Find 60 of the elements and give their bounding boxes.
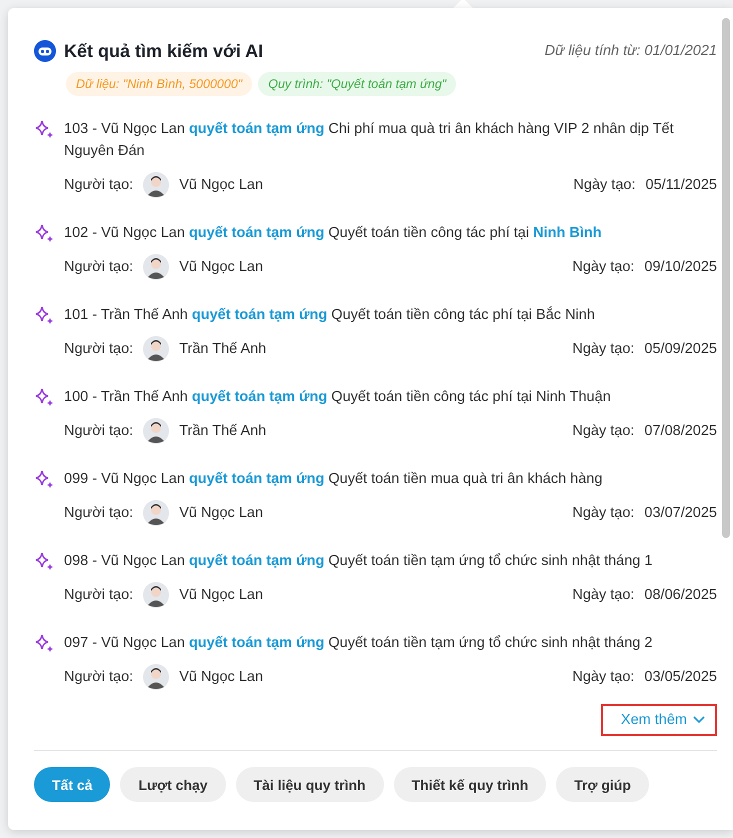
date-label: Ngày tạo:	[572, 259, 634, 275]
date-label: Ngày tạo:	[573, 177, 636, 193]
result-title[interactable]: 103 - Vũ Ngọc Lan quyết toán tạm ứng Chi phí mua quà tri ân khách hàng VIP 2 nhân dịp Tết Nguyên Đán	[64, 118, 717, 162]
result-title[interactable]: 098 - Vũ Ngọc Lan quyết toán tạm ứng Quyết toán tiền tạm ứng tổ chức sinh nhật tháng 1	[64, 550, 717, 572]
date-label: Ngày tạo:	[572, 423, 634, 439]
result-title[interactable]: 101 - Trần Thế Anh quyết toán tạm ứng Quyết toán tiền công tác phí tại Bắc Ninh	[64, 304, 717, 326]
filter-tag: Quy trình: "Quyết toán tạm ứng"	[258, 72, 456, 96]
created-date: 03/07/2025	[644, 505, 717, 521]
avatar-icon	[143, 582, 170, 608]
date-label: Ngày tạo:	[572, 341, 634, 357]
creator-label: Người tạo:	[64, 669, 134, 685]
creator-name: Vũ Ngọc Lan	[179, 259, 264, 275]
result-title[interactable]: 097 - Vũ Ngọc Lan quyết toán tạm ứng Quyết toán tiền tạm ứng tổ chức sinh nhật tháng 2	[64, 632, 717, 654]
filter-tag: Dữ liệu: "Ninh Bình, 5000000"	[66, 72, 252, 96]
avatar-icon	[143, 664, 170, 690]
date-label: Ngày tạo:	[572, 669, 634, 685]
created-date: 05/09/2025	[644, 341, 717, 357]
created-date: 09/10/2025	[644, 259, 717, 275]
sparkle-icon	[34, 469, 54, 489]
creator-label: Người tạo:	[64, 177, 134, 193]
creator-label: Người tạo:	[64, 259, 134, 275]
popup-title: Kết quả tìm kiếm với AI	[64, 40, 264, 62]
avatar-icon	[143, 500, 170, 526]
avatar-icon	[143, 418, 170, 444]
sparkle-icon	[34, 387, 54, 407]
created-date: 03/05/2025	[644, 669, 717, 685]
avatar-icon	[143, 254, 170, 280]
creator-name: Vũ Ngọc Lan	[179, 177, 264, 193]
creator-label: Người tạo:	[64, 341, 134, 357]
creator-label: Người tạo:	[64, 423, 134, 439]
scrollbar[interactable]	[722, 18, 730, 538]
chevron-down-icon	[693, 716, 705, 724]
sparkle-icon	[34, 551, 54, 571]
result-title[interactable]: 102 - Vũ Ngọc Lan quyết toán tạm ứng Quyết toán tiền công tác phí tại Ninh Bình	[64, 222, 717, 244]
creator-name: Vũ Ngọc Lan	[179, 505, 264, 521]
avatar-icon	[143, 172, 170, 198]
sparkle-icon	[34, 119, 54, 139]
date-note: Dữ liệu tính từ: 01/01/2021	[544, 43, 717, 59]
creator-label: Người tạo:	[64, 505, 134, 521]
result-title[interactable]: 100 - Trần Thế Anh quyết toán tạm ứng Quyết toán tiền công tác phí tại Ninh Thuận	[64, 386, 717, 408]
date-label: Ngày tạo:	[572, 587, 634, 603]
category-tab[interactable]: Lượt chạy	[120, 767, 226, 802]
creator-name: Vũ Ngọc Lan	[179, 669, 264, 685]
robot-icon	[34, 40, 56, 62]
sparkle-icon	[34, 223, 54, 243]
avatar-icon	[143, 336, 170, 362]
category-tab[interactable]: Thiết kế quy trình	[394, 767, 546, 802]
category-tab[interactable]: Tài liệu quy trình	[236, 767, 384, 802]
created-date: 05/11/2025	[646, 177, 717, 193]
creator-name: Vũ Ngọc Lan	[179, 587, 264, 603]
date-label: Ngày tạo:	[572, 505, 634, 521]
creator-label: Người tạo:	[64, 587, 134, 603]
category-tab[interactable]: Trợ giúp	[556, 767, 649, 802]
creator-name: Trần Thế Anh	[179, 423, 268, 439]
sparkle-icon	[34, 305, 54, 325]
result-title[interactable]: 099 - Vũ Ngọc Lan quyết toán tạm ứng Quyết toán tiền mua quà tri ân khách hàng	[64, 468, 717, 490]
created-date: 07/08/2025	[644, 423, 717, 439]
created-date: 08/06/2025	[644, 587, 717, 603]
creator-name: Trần Thế Anh	[179, 341, 268, 357]
sparkle-icon	[34, 633, 54, 653]
